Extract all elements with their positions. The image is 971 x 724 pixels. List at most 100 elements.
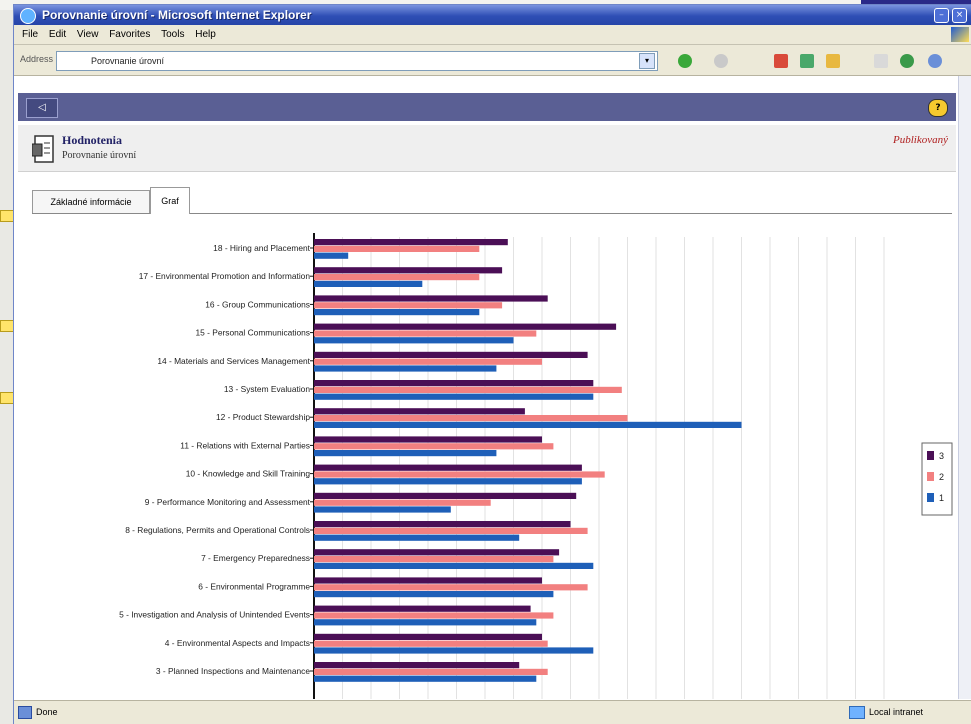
title-bar[interactable]: Porovnanie úrovní - Microsoft Internet E…	[14, 5, 971, 25]
bar-series-1	[314, 478, 582, 485]
refresh-icon[interactable]	[800, 54, 814, 68]
category-label: 6 - Environmental Programme	[198, 581, 310, 591]
bar-series-1	[314, 506, 451, 513]
tab-graph[interactable]: Graf	[150, 187, 190, 214]
stop-icon[interactable]	[774, 54, 788, 68]
bar-series-2	[314, 584, 588, 591]
go-button-icon[interactable]	[678, 54, 692, 68]
category-label: 4 - Environmental Aspects and Impacts	[165, 638, 310, 648]
bar-series-2	[314, 358, 542, 365]
legend-label: 1	[939, 493, 944, 503]
menu-edit[interactable]: Edit	[49, 25, 66, 44]
bar-series-2	[314, 443, 554, 450]
bar-series-2	[314, 499, 491, 506]
vertical-scrollbar[interactable]	[958, 76, 971, 699]
close-button[interactable]: ×	[952, 8, 967, 23]
menu-view[interactable]: View	[77, 25, 99, 44]
bar-series-3	[314, 549, 560, 556]
status-left: Done	[18, 706, 58, 719]
category-label: 18 - Hiring and Placement	[213, 243, 311, 253]
windows-flag-icon	[951, 27, 969, 42]
bar-series-1	[314, 252, 349, 259]
intranet-icon	[848, 706, 865, 719]
bar-series-1	[314, 591, 554, 598]
bar-series-3	[314, 295, 548, 302]
category-label: 14 - Materials and Services Management	[157, 356, 310, 366]
bar-series-1	[314, 365, 497, 372]
address-input[interactable]: Porovnanie úrovní ▾	[56, 51, 658, 71]
category-label: 7 - Emergency Preparedness	[201, 553, 310, 563]
legend-swatch	[927, 472, 934, 481]
category-label: 15 - Personal Communications	[195, 328, 310, 338]
bar-series-2	[314, 612, 554, 619]
category-label: 13 - System Evaluation	[224, 384, 310, 394]
bar-series-3	[314, 351, 588, 358]
category-label: 8 - Regulations, Permits and Operational…	[125, 525, 310, 535]
page-icon	[18, 706, 32, 719]
comparison-chart: 18 - Hiring and Placement 17 - Environmen…	[14, 215, 971, 699]
category-label: 5 - Investigation and Analysis of Uninte…	[119, 610, 310, 620]
menu-file[interactable]: File	[22, 25, 38, 44]
chart-svg: 18 - Hiring and Placement 17 - Environmen…	[119, 233, 953, 699]
search-icon[interactable]	[928, 54, 942, 68]
bar-series-3	[314, 408, 525, 415]
bar-series-1	[314, 562, 594, 569]
bar-series-2	[314, 415, 628, 422]
bar-series-3	[314, 492, 577, 499]
bar-series-3	[314, 521, 571, 528]
help-icon[interactable]: ?	[928, 99, 948, 117]
status-zone-text: Local intranet	[868, 706, 923, 717]
document-icon	[32, 135, 54, 163]
category-label: 10 - Knowledge and Skill Training	[186, 469, 311, 479]
category-label: 3 - Planned Inspections and Maintenance	[156, 666, 310, 676]
bar-series-3	[314, 239, 508, 246]
bar-series-1	[314, 619, 537, 626]
media-icon[interactable]	[900, 54, 914, 68]
legend-label: 2	[939, 472, 944, 482]
bar-series-2	[314, 527, 588, 534]
status-badge: Publikovaný	[893, 134, 948, 146]
category-label: 17 - Environmental Promotion and Informa…	[139, 271, 311, 281]
bar-series-3	[314, 380, 594, 387]
status-done-text: Done	[36, 706, 58, 717]
address-value: Porovnanie úrovní	[91, 56, 165, 66]
address-dropdown-button[interactable]: ▾	[639, 53, 655, 69]
home-icon[interactable]	[826, 54, 840, 68]
bar-series-3	[314, 464, 582, 471]
address-label: Address	[20, 54, 54, 64]
tab-strip: Základné informácie Graf	[32, 187, 952, 214]
bar-series-2	[314, 302, 503, 309]
page-title: Hodnotenia	[62, 133, 123, 147]
bar-series-3	[314, 662, 520, 669]
tab-basic-info[interactable]: Základné informácie	[32, 190, 150, 213]
bar-series-1	[314, 534, 520, 541]
legend-swatch	[927, 493, 934, 502]
bar-series-2	[314, 245, 480, 252]
bar-series-3	[314, 267, 503, 274]
bar-series-2	[314, 668, 548, 675]
bar-series-2	[314, 274, 480, 281]
bar-series-3	[314, 323, 617, 330]
bar-series-2	[314, 386, 622, 393]
bar-series-1	[314, 337, 514, 344]
category-label: 12 - Product Stewardship	[216, 412, 310, 422]
back-button[interactable]: ◁	[26, 98, 58, 118]
minimize-button[interactable]: –	[934, 8, 949, 23]
favorites-icon[interactable]	[874, 54, 888, 68]
menu-favorites[interactable]: Favorites	[109, 25, 150, 44]
legend-swatch	[927, 451, 934, 460]
menu-help[interactable]: Help	[195, 25, 216, 44]
bar-series-1	[314, 450, 497, 457]
bar-series-1	[314, 675, 537, 682]
bar-series-1	[314, 393, 594, 400]
menu-tools[interactable]: Tools	[161, 25, 184, 44]
forward-icon[interactable]	[714, 54, 728, 68]
window-title: Porovnanie úrovní - Microsoft Internet E…	[42, 8, 312, 22]
bar-series-2	[314, 330, 537, 337]
bar-series-1	[314, 280, 423, 287]
category-label: 9 - Performance Monitoring and Assessmen…	[145, 497, 311, 507]
status-zone: Local intranet	[848, 706, 923, 719]
address-bar: Address Porovnanie úrovní ▾	[14, 45, 971, 76]
ie-logo-icon	[20, 8, 36, 24]
bar-series-1	[314, 421, 742, 428]
